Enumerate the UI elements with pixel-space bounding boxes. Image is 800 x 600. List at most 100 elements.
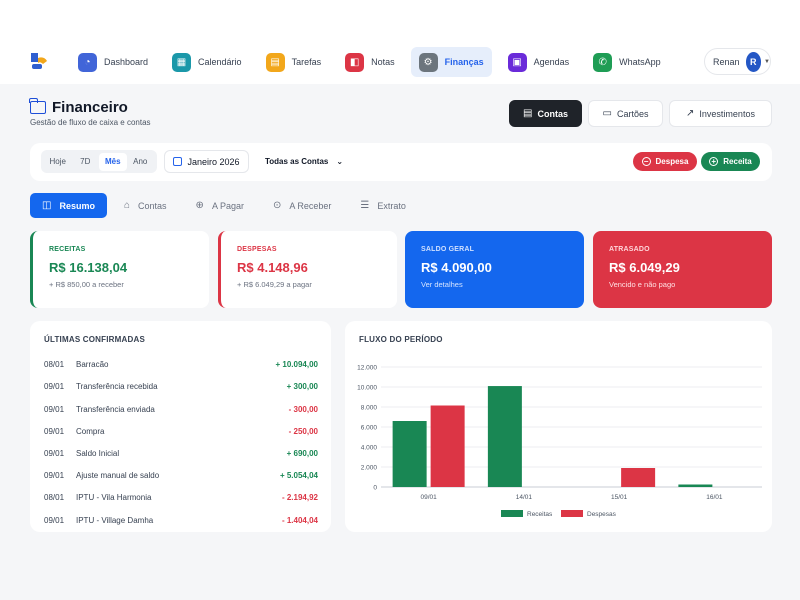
x-tick-label: 09/01 xyxy=(420,494,437,501)
y-tick-label: 12.000 xyxy=(357,365,377,372)
accounts-dropdown[interactable]: Todas as Contas ⌄ xyxy=(258,150,350,173)
nav-agendas[interactable]: ▣ Agendas xyxy=(500,47,578,77)
period-range-selector: Hoje 7D Mês Ano xyxy=(41,150,157,173)
clipboard-icon: ▤ xyxy=(265,52,285,72)
row-date: 09/01 xyxy=(44,448,65,458)
saldo-details-link[interactable]: Ver detalhes xyxy=(421,280,463,289)
row-value: - 300,00 xyxy=(288,404,318,414)
card-sub: + R$ 850,00 a receber xyxy=(49,280,124,289)
row-date: 09/01 xyxy=(44,426,65,436)
row-value: + 5.054,04 xyxy=(279,470,318,480)
calendar-icon xyxy=(173,157,183,166)
flow-chart: 0 2.000 4.000 6.000 8.000 10.000 12.000 09/01 14… xyxy=(357,365,762,518)
nav-tarefas[interactable]: ▤ Tarefas xyxy=(258,47,330,77)
investimentos-view-button[interactable]: ↗ Investimentos xyxy=(669,100,772,127)
contas-view-button[interactable]: ▤ Contas xyxy=(509,100,582,127)
add-receita-button[interactable]: + Receita xyxy=(701,152,760,171)
month-label: Janeiro 2026 xyxy=(187,156,240,167)
page-title-text: Financeiro xyxy=(52,99,128,116)
month-picker[interactable]: Janeiro 2026 xyxy=(164,150,249,173)
table-row[interactable]: 09/01 Ajuste manual de saldo + 5.054,04 xyxy=(44,464,318,486)
cartoes-view-button[interactable]: ▭ Cartões xyxy=(588,100,663,127)
legend-swatch xyxy=(501,510,523,517)
row-value: - 1.404,04 xyxy=(281,515,318,525)
section-tabs: ◫ Resumo ⌂ Contas ⊕ A Pagar ⊙ A Receber … xyxy=(30,193,423,218)
tab-a-pagar[interactable]: ⊕ A Pagar xyxy=(184,193,256,218)
receitas-card: RECEITAS R$ 16.138,04 + R$ 850,00 a rece… xyxy=(30,231,209,308)
minus-circle-icon: − xyxy=(641,157,651,166)
tab-resumo[interactable]: ◫ Resumo xyxy=(30,193,107,218)
tab-extrato[interactable]: ☰ Extrato xyxy=(348,193,417,218)
nav-label: Notas xyxy=(371,57,395,67)
credit-card-icon: ▭ xyxy=(602,108,612,119)
nav-label: Tarefas xyxy=(291,57,322,67)
nav-label: Agendas xyxy=(533,57,570,67)
table-row[interactable]: 09/01 Compra - 250,00 xyxy=(44,420,318,442)
table-row[interactable]: 08/01 Barracão + 10.094,00 xyxy=(44,353,318,375)
finance-icon: ⚙ xyxy=(418,52,438,72)
main-nav: ◔ Dashboard ▦ Calendário ▤ Tarefas ◧ Not… xyxy=(70,47,677,77)
chevron-down-icon: ▼ xyxy=(764,58,770,65)
despesa-label: Despesa xyxy=(655,157,689,166)
app-logo[interactable] xyxy=(28,50,50,72)
contas-view-label: Contas xyxy=(537,108,568,119)
y-tick-label: 0 xyxy=(373,485,377,492)
chevron-down-icon: ⌄ xyxy=(336,157,344,166)
chart-bar-receitas xyxy=(678,484,713,487)
range-7d[interactable]: 7D xyxy=(72,153,100,171)
row-name: IPTU - Village Damha xyxy=(76,515,154,525)
range-mes[interactable]: Mês xyxy=(99,152,127,171)
panel-title: ÚLTIMAS CONFIRMADAS xyxy=(44,335,145,344)
table-row[interactable]: 09/01 IPTU - Village Damha - 1.404,04 xyxy=(44,509,318,531)
row-value: - 2.194,92 xyxy=(281,492,318,502)
gauge-icon: ◔ xyxy=(78,52,97,72)
row-name: Transferência enviada xyxy=(76,404,155,414)
table-row[interactable]: 08/01 IPTU - Vila Harmonia - 2.194,92 xyxy=(44,486,318,508)
tab-label: Resumo xyxy=(59,200,95,211)
tab-label: Contas xyxy=(138,200,167,211)
nav-financas[interactable]: ⚙ Finanças xyxy=(410,47,492,77)
nav-whatsapp[interactable]: ✆ WhatsApp xyxy=(585,47,669,77)
chart-bar-receitas xyxy=(392,421,427,487)
user-menu[interactable]: Renan R ▼ xyxy=(704,48,771,75)
nav-label: Finanças xyxy=(444,57,484,67)
range-ano[interactable]: Ano xyxy=(127,153,155,171)
row-date: 09/01 xyxy=(44,404,65,414)
range-hoje[interactable]: Hoje xyxy=(44,153,72,171)
row-value: - 250,00 xyxy=(288,426,318,436)
note-icon: ◧ xyxy=(345,52,365,72)
tab-contas[interactable]: ⌂ Contas xyxy=(112,193,179,218)
nav-notas[interactable]: ◧ Notas xyxy=(337,47,403,77)
tab-label: A Receber xyxy=(289,200,332,211)
tab-a-receber[interactable]: ⊙ A Receber xyxy=(261,193,343,218)
nav-calendario[interactable]: ▦ Calendário xyxy=(164,47,250,77)
row-value: + 10.094,00 xyxy=(275,359,318,369)
despesas-card: DESPESAS R$ 4.148,96 + R$ 6.049,29 a pag… xyxy=(218,231,397,308)
row-date: 08/01 xyxy=(44,492,65,502)
row-date: 08/01 xyxy=(44,359,65,369)
row-name: Barracão xyxy=(76,359,109,369)
table-row[interactable]: 09/01 Transferência enviada - 300,00 xyxy=(44,398,318,420)
receita-label: Receita xyxy=(723,157,752,166)
nav-dashboard[interactable]: ◔ Dashboard xyxy=(70,47,156,77)
add-despesa-button[interactable]: − Despesa xyxy=(633,152,697,171)
legend-swatch xyxy=(561,510,583,517)
y-tick-label: 6.000 xyxy=(361,425,378,432)
row-date: 09/01 xyxy=(44,515,65,525)
y-tick-label: 10.000 xyxy=(357,385,377,392)
legend-label: Receitas xyxy=(527,511,553,518)
x-tick-label: 15/01 xyxy=(611,494,628,501)
row-value: + 690,00 xyxy=(286,448,318,458)
tab-label: A Pagar xyxy=(211,200,244,211)
table-row[interactable]: 09/01 Saldo Inicial + 690,00 xyxy=(44,442,318,464)
arrow-up-circle-icon: ⊙ xyxy=(272,200,282,211)
page-title: Financeiro xyxy=(29,98,128,116)
row-date: 09/01 xyxy=(44,470,65,480)
calendar-icon: ▦ xyxy=(172,52,192,72)
avatar: R xyxy=(745,51,762,72)
table-row[interactable]: 09/01 Transferência recebida + 300,00 xyxy=(44,375,318,397)
chart-bar-despesas xyxy=(430,405,465,487)
saldo-card[interactable]: SALDO GERAL R$ 4.090,00 Ver detalhes xyxy=(405,231,584,308)
legend-label: Despesas xyxy=(587,511,617,518)
card-value: R$ 16.138,04 xyxy=(49,260,128,275)
